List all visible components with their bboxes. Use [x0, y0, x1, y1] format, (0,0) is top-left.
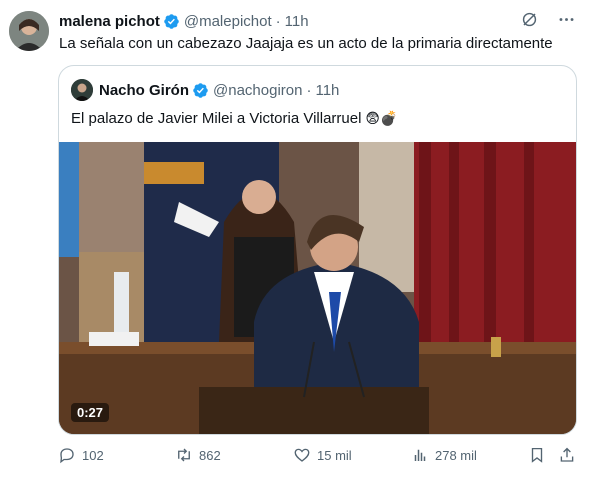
views-icon — [414, 449, 426, 461]
verified-badge-icon — [193, 82, 208, 98]
emoji-fear-bomb: 😨💣 — [365, 110, 398, 126]
tweet-top-actions — [520, 10, 576, 29]
views-button[interactable]: 278 mil — [411, 446, 477, 464]
tweet-actions-bar: 102 862 15 mil 278 mil — [58, 446, 576, 466]
video-frame — [59, 142, 576, 434]
quoted-tweet-text-line: El palazo de Javier Milei a Victoria Vil… — [71, 108, 397, 129]
quoted-author-handle[interactable]: @nachogiron — [213, 82, 302, 99]
repost-count: 862 — [199, 447, 221, 463]
repost-icon — [178, 448, 190, 462]
views-count: 278 mil — [435, 447, 477, 463]
like-count: 15 mil — [317, 447, 352, 463]
quoted-tweet-header: Nacho Girón @nachogiron · 11h — [71, 78, 339, 102]
tweet[interactable]: malena pichot @malepichot · 11h La señal… — [0, 0, 592, 479]
more-options-icon[interactable] — [557, 10, 576, 29]
share-icon — [560, 447, 574, 462]
verified-badge-icon — [164, 13, 179, 29]
bookmark-button[interactable] — [528, 446, 552, 464]
quoted-tweet[interactable]: Nacho Girón @nachogiron · 11h El palazo … — [58, 65, 577, 435]
like-button[interactable]: 15 mil — [293, 446, 352, 464]
reply-button[interactable]: 102 — [58, 446, 104, 464]
quoted-timestamp[interactable]: 11h — [315, 82, 339, 99]
heart-icon — [294, 448, 310, 462]
repost-button[interactable]: 862 — [175, 446, 221, 464]
author-avatar[interactable] — [9, 11, 49, 51]
video-duration: 0:27 — [71, 403, 110, 422]
quoted-author-name[interactable]: Nacho Girón — [99, 82, 189, 99]
tweet-text: La señala con un cabezazo Jaajaja es un … — [59, 35, 553, 52]
quoted-tweet-text: El palazo de Javier Milei a Victoria Vil… — [71, 110, 362, 127]
quoted-author-avatar[interactable] — [71, 79, 93, 101]
tweet-timestamp[interactable]: 11h — [285, 13, 309, 30]
video-player[interactable]: 0:27 — [59, 142, 576, 434]
grok-icon[interactable] — [520, 10, 539, 29]
separator-dot: · — [275, 12, 281, 30]
share-button[interactable] — [558, 446, 582, 464]
bookmark-icon — [531, 447, 543, 463]
reply-count: 102 — [82, 447, 104, 463]
reply-icon — [60, 448, 74, 464]
author-handle[interactable]: @malepichot — [184, 13, 272, 30]
author-name[interactable]: malena pichot — [59, 13, 160, 30]
tweet-header: malena pichot @malepichot · 11h — [59, 11, 309, 31]
separator-dot: · — [306, 81, 312, 99]
